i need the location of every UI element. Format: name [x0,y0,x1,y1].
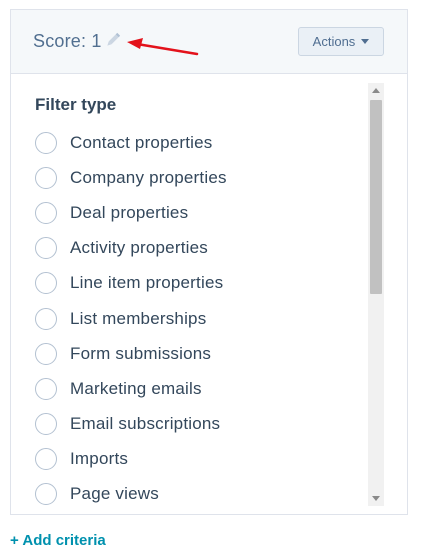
filter-option-label: Company properties [70,167,227,187]
pencil-icon[interactable] [104,31,122,49]
radio-button[interactable] [35,272,57,295]
radio-button[interactable] [35,131,57,154]
filter-option-contact-properties[interactable]: Contact properties [33,125,368,160]
caret-down-icon [361,39,370,44]
filter-option-form-submissions[interactable]: Form submissions [33,336,368,371]
filter-option-label: Page views [70,484,159,504]
radio-button[interactable] [35,342,57,365]
filter-option-email-subscriptions[interactable]: Email subscriptions [33,407,368,442]
radio-button[interactable] [35,377,57,400]
filter-option-list-memberships[interactable]: List memberships [33,301,368,336]
filter-option-label: List memberships [70,308,207,328]
card-header: Score: 1 Actions [11,10,407,74]
filter-option-label: Imports [70,449,129,469]
panel-scrollbar[interactable] [368,83,384,506]
filter-option-label: Line item properties [70,273,224,293]
filter-option-label: Form submissions [70,343,212,363]
scroll-up-arrow-icon[interactable] [372,88,380,93]
filter-option-label: Contact properties [70,132,213,152]
radio-button[interactable] [35,201,57,224]
add-criteria-link[interactable]: + Add criteria [10,532,106,549]
filter-option-label: Email subscriptions [70,414,221,434]
filter-type-title: Filter type [35,95,117,114]
actions-button-label: Actions [312,34,356,49]
filter-option-deal-properties[interactable]: Deal properties [33,195,368,230]
filter-option-page-views[interactable]: Page views [33,477,368,506]
filter-option-label: Activity properties [70,238,208,258]
radio-button[interactable] [35,448,57,471]
filter-option-label: Marketing emails [70,378,202,398]
scroll-down-arrow-icon[interactable] [372,496,380,501]
score-label: Score: 1 [33,31,102,51]
radio-button[interactable] [35,237,57,260]
filter-option-marketing-emails[interactable]: Marketing emails [33,371,368,406]
radio-button[interactable] [35,413,57,436]
score-criteria-card: Score: 1 Actions Filter type Contact pro… [10,9,408,515]
filter-type-list: Contact properties Company properties De… [33,125,368,506]
radio-button[interactable] [35,483,57,506]
filter-option-company-properties[interactable]: Company properties [33,160,368,195]
radio-button[interactable] [35,166,57,189]
filter-option-activity-properties[interactable]: Activity properties [33,231,368,266]
filter-option-imports[interactable]: Imports [33,442,368,477]
filter-option-line-item-properties[interactable]: Line item properties [33,266,368,301]
red-arrow-icon [127,38,199,56]
filter-option-label: Deal properties [70,202,189,222]
scroll-thumb[interactable] [370,100,382,294]
actions-button[interactable]: Actions [298,27,384,56]
radio-button[interactable] [35,307,57,330]
filter-type-panel: Filter type Contact properties Company p… [33,83,385,506]
